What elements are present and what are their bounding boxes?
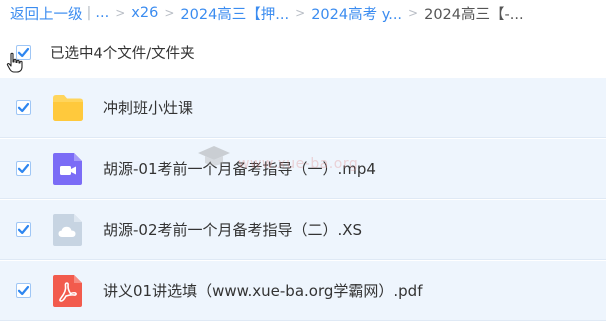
row-checkbox[interactable] <box>16 100 31 115</box>
hand-cursor-icon <box>6 52 24 78</box>
breadcrumb-current: 2024高三【-... <box>424 6 524 23</box>
file-name[interactable]: 讲义01讲选填（www.xue-ba.org学霸网）.pdf <box>103 280 422 301</box>
chevron-right-icon: > <box>408 6 419 20</box>
row-checkbox[interactable] <box>16 222 31 237</box>
pdf-file-icon <box>53 275 82 307</box>
breadcrumb-ellipsis[interactable]: ... <box>95 5 109 21</box>
checkmark-icon <box>17 224 30 235</box>
file-name[interactable]: 胡源-01考前一个月备考指导（一）.mp4 <box>103 158 376 179</box>
breadcrumb-item-1[interactable]: x26 <box>131 5 158 21</box>
selection-header: 已选中4个文件/文件夹 <box>0 30 606 76</box>
chevron-right-icon: > <box>115 6 126 20</box>
breadcrumb-item-2[interactable]: 2024高三【押... <box>180 3 289 24</box>
row-checkbox[interactable] <box>16 161 31 176</box>
checkmark-icon <box>17 163 30 174</box>
breadcrumb-item-3[interactable]: 2024高考 y... <box>311 3 402 24</box>
back-link[interactable]: 返回上一级 <box>10 3 83 24</box>
chevron-right-icon: > <box>295 6 306 20</box>
cloud-file-icon <box>53 214 82 246</box>
row-checkbox[interactable] <box>16 283 31 298</box>
chevron-right-icon: > <box>164 6 175 20</box>
file-row-video[interactable]: 胡源-01考前一个月备考指导（一）.mp4 <box>0 139 606 199</box>
selection-summary: 已选中4个文件/文件夹 <box>50 46 195 62</box>
file-name[interactable]: 冲刺班小灶课 <box>103 97 193 118</box>
file-name[interactable]: 胡源-02考前一个月备考指导（二）.XS <box>103 219 362 240</box>
checkmark-icon <box>17 285 30 296</box>
file-row-pdf[interactable]: 讲义01讲选填（www.xue-ba.org学霸网）.pdf <box>0 261 606 321</box>
file-row-folder[interactable]: 冲刺班小灶课 <box>0 78 606 138</box>
checkmark-icon <box>17 102 30 113</box>
breadcrumb: 返回上一级 | ... > x26 > 2024高三【押... > 2024高考… <box>10 0 606 26</box>
video-file-icon <box>53 153 82 185</box>
folder-icon <box>53 95 83 121</box>
breadcrumb-divider: | <box>86 5 92 21</box>
file-row-cloud[interactable]: 胡源-02考前一个月备考指导（二）.XS <box>0 200 606 260</box>
